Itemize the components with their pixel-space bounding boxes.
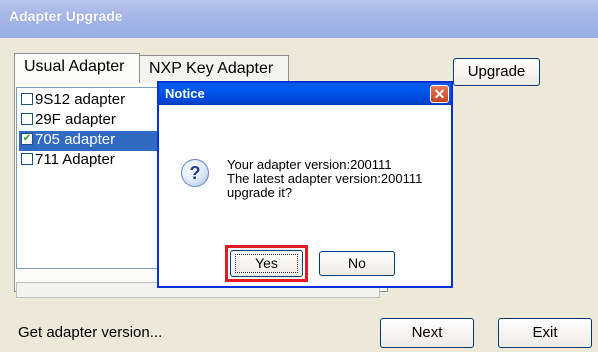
yes-button[interactable]: Yes [230,250,303,277]
list-item-selected[interactable]: ✔ 705 adapter [19,131,167,151]
no-button[interactable]: No [319,251,395,276]
close-icon[interactable]: ✕ [430,85,449,103]
upgrade-button[interactable]: Upgrade [453,58,540,86]
list-item-label: 711 Adapter [35,151,115,168]
message-line: Your adapter version:200111 [227,157,392,172]
list-item[interactable]: 711 Adapter [19,151,167,171]
notice-body: ? Your adapter version:200111 The latest… [159,105,451,286]
list-item[interactable]: 9S12 adapter [19,91,167,111]
checkbox[interactable] [21,92,33,105]
exit-button[interactable]: Exit [498,318,592,348]
checkbox[interactable] [21,112,33,125]
tab-usual-adapter[interactable]: Usual Adapter [14,53,140,83]
focus-outline [235,254,298,273]
list-item-label: 29F adapter [35,111,116,128]
checkbox-checked[interactable]: ✔ [21,132,33,145]
message-line: upgrade it? [227,185,293,200]
tab-nxp-key-adapter[interactable]: NXP Key Adapter [139,55,289,83]
question-icon: ? [181,159,209,187]
list-item-label: 705 adapter [35,131,116,148]
checkbox[interactable] [21,152,33,165]
notice-dialog: Notice ✕ ? Your adapter version:200111 T… [157,81,453,288]
adapter-listbox[interactable]: 9S12 adapter 29F adapter ✔ 705 adapter 71… [16,87,168,269]
message-line: The latest adapter version:200111 [227,171,423,186]
window-title: Adapter Upgrade [9,8,123,24]
notice-title-bar[interactable]: Notice ✕ [159,83,451,105]
next-button[interactable]: Next [380,318,474,348]
status-text: Get adapter version... [18,324,163,341]
notice-title: Notice [165,86,205,101]
list-item[interactable]: 29F adapter [19,111,167,131]
list-item-label: 9S12 adapter [35,91,126,108]
